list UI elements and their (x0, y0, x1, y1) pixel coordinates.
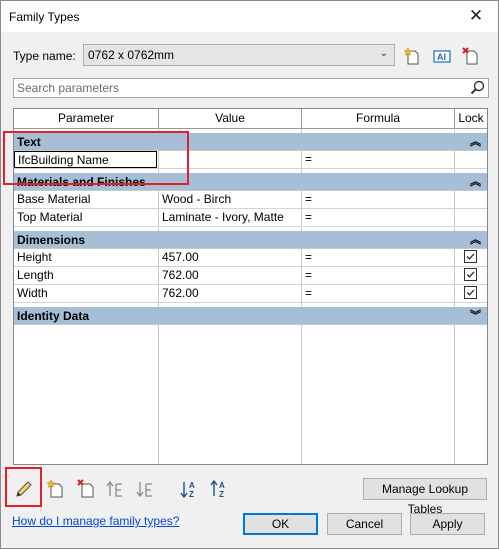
search-icon[interactable] (470, 80, 486, 96)
formula-cell[interactable]: = (302, 209, 454, 226)
svg-text:Z: Z (189, 490, 194, 499)
formula-cell[interactable]: = (302, 285, 454, 302)
table-row: Base Material Wood - Birch = (14, 191, 487, 209)
new-type-icon[interactable] (403, 46, 423, 66)
title-bar: Family Types ✕ (1, 1, 498, 32)
lock-checkbox[interactable] (464, 268, 477, 281)
move-down-icon (136, 482, 152, 498)
cancel-button[interactable]: Cancel (327, 513, 402, 535)
search-parameters-field[interactable] (13, 78, 489, 98)
column-header-parameter[interactable]: Parameter (14, 109, 159, 129)
edit-parameter-icon[interactable] (13, 478, 35, 500)
family-types-dialog: Family Types ✕ Type name: 0762 x 0762mm … (0, 0, 499, 549)
sort-ascending-icon[interactable]: A Z (179, 478, 201, 500)
collapse-icon[interactable]: ︽ (470, 231, 481, 249)
table-row: Top Material Laminate - Ivory, Matte = (14, 209, 487, 227)
column-header-value[interactable]: Value (159, 109, 302, 129)
value-cell[interactable]: Laminate - Ivory, Matte (159, 209, 301, 226)
svg-text:Z: Z (219, 490, 224, 499)
column-header-formula[interactable]: Formula (302, 109, 455, 129)
highlight-text-group (3, 131, 189, 185)
manage-lookup-tables-button[interactable]: Manage Lookup Tables (363, 478, 487, 516)
group-title: Dimensions (17, 233, 86, 247)
type-name-label: Type name: (13, 49, 76, 63)
parameter-cell[interactable]: Width (14, 285, 158, 302)
delete-type-icon[interactable] (461, 46, 481, 66)
close-icon[interactable]: ✕ (464, 5, 488, 27)
ok-button[interactable]: OK (243, 513, 318, 535)
formula-cell[interactable]: = (302, 267, 454, 284)
sort-descending-icon[interactable]: A Z (209, 478, 231, 500)
lock-checkbox[interactable] (464, 286, 477, 299)
group-header-dimensions[interactable]: Dimensions ︽ (14, 231, 487, 249)
dialog-title: Family Types (9, 10, 80, 24)
parameter-cell[interactable]: Base Material (14, 191, 158, 208)
parameter-cell[interactable]: Height (14, 249, 158, 266)
column-header-lock[interactable]: Lock (455, 109, 487, 129)
chevron-down-icon: ⌄ (379, 48, 388, 59)
table-row: Height 457.00 = (14, 249, 487, 267)
delete-parameter-icon[interactable] (75, 478, 97, 500)
value-cell[interactable]: 457.00 (159, 249, 301, 266)
lock-cell (455, 267, 487, 284)
collapse-icon[interactable]: ︽ (470, 173, 481, 191)
svg-text:A: A (219, 481, 225, 490)
table-row: Length 762.00 = (14, 267, 487, 285)
value-cell[interactable]: 762.00 (159, 285, 301, 302)
rename-type-icon[interactable]: AI (432, 46, 452, 66)
value-cell[interactable]: 762.00 (159, 267, 301, 284)
formula-cell[interactable]: = (302, 191, 454, 208)
type-name-dropdown[interactable]: 0762 x 0762mm ⌄ (83, 44, 395, 66)
formula-cell[interactable]: = (302, 249, 454, 266)
group-header-identity-data[interactable]: Identity Data ︾ (14, 307, 487, 325)
parameter-cell[interactable]: Length (14, 267, 158, 284)
group-title: Identity Data (17, 309, 90, 323)
svg-text:A: A (189, 481, 195, 490)
value-cell[interactable]: Wood - Birch (159, 191, 301, 208)
search-input[interactable] (14, 79, 454, 97)
new-parameter-icon[interactable] (45, 478, 67, 500)
move-up-icon (106, 480, 122, 497)
formula-cell[interactable]: = (302, 151, 454, 168)
parameter-cell[interactable]: Top Material (14, 209, 158, 226)
apply-button[interactable]: Apply (410, 513, 485, 535)
type-name-value: 0762 x 0762mm (88, 48, 175, 62)
lock-cell (455, 151, 487, 168)
svg-text:AI: AI (437, 52, 446, 62)
collapse-icon[interactable]: ︽ (470, 133, 481, 151)
lock-cell (455, 191, 487, 208)
expand-icon[interactable]: ︾ (470, 307, 481, 325)
lock-cell (455, 249, 487, 266)
table-row: Width 762.00 = (14, 285, 487, 303)
lock-checkbox[interactable] (464, 250, 477, 263)
help-link[interactable]: How do I manage family types? (12, 514, 179, 528)
lock-cell (455, 209, 487, 226)
lock-cell (455, 285, 487, 302)
